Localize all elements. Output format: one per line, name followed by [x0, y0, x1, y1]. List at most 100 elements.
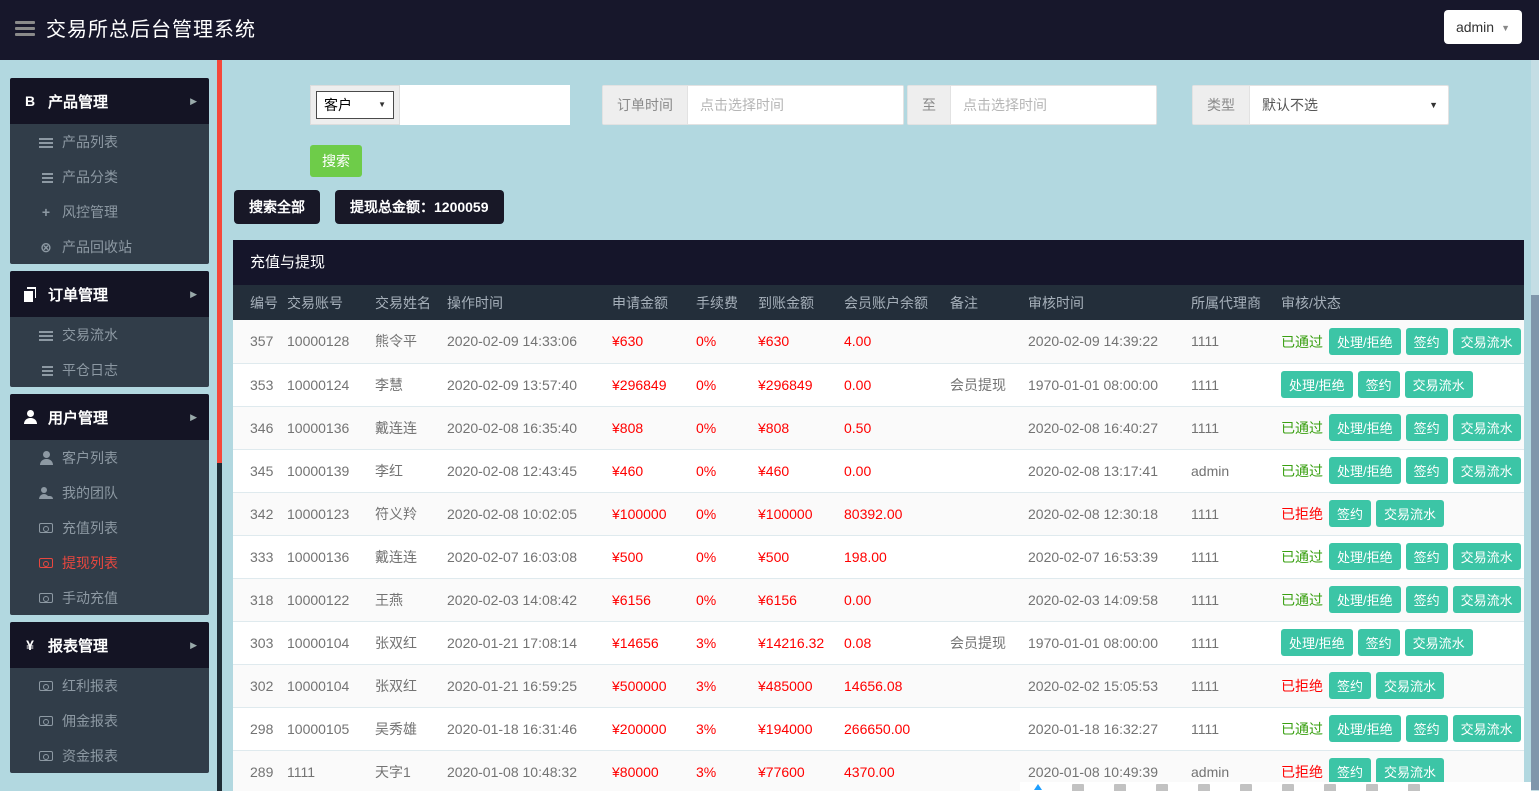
action-handle-button[interactable]: 处理/拒绝	[1329, 586, 1401, 613]
action-flow-button[interactable]: 交易流水	[1376, 500, 1445, 527]
page-scrollbar-thumb[interactable]	[1531, 295, 1539, 790]
sidebar-item-risk-control[interactable]: + 风控管理	[10, 194, 209, 229]
action-sign-button[interactable]: 签约	[1405, 715, 1448, 742]
action-flow-button[interactable]: 交易流水	[1452, 543, 1521, 570]
up-arrow-icon	[1034, 784, 1042, 790]
action-sign-button[interactable]: 签约	[1357, 371, 1400, 398]
action-sign-button[interactable]: 签约	[1329, 500, 1372, 527]
sidebar-section-label: 产品管理	[48, 93, 109, 111]
table-row: 345 10000139 李红 2020-02-08 12:43:45 ¥460 0% ¥4…	[233, 449, 1524, 493]
action-sign-button[interactable]: 签约	[1329, 758, 1372, 785]
action-handle-button[interactable]: 处理/拒绝	[1329, 457, 1401, 484]
type-select[interactable]: 默认不选 ▼	[1250, 86, 1448, 124]
field-select[interactable]: 客户 ▼	[316, 91, 394, 119]
cell-apply-amount: ¥630	[604, 320, 688, 364]
action-handle-button[interactable]: 处理/拒绝	[1329, 543, 1401, 570]
cell-remark	[942, 535, 1020, 579]
action-flow-button[interactable]: 交易流水	[1376, 758, 1445, 785]
action-handle-button[interactable]: 处理/拒绝	[1281, 629, 1353, 656]
sidebar-item-my-team[interactable]: 我的团队	[10, 475, 209, 510]
table-row: 333 10000136 戴连连 2020-02-07 16:03:08 ¥500 0% ¥…	[233, 535, 1524, 579]
sidebar-item-label: 我的团队	[62, 484, 118, 501]
date-from-input[interactable]	[688, 86, 903, 124]
taskbar-overlay	[1020, 782, 1531, 791]
cell-audit-time: 2020-02-08 16:40:27	[1020, 406, 1183, 450]
cell-balance: 4.00	[836, 320, 942, 364]
cell-name: 戴连连	[367, 535, 439, 579]
action-flow-button[interactable]: 交易流水	[1376, 672, 1445, 699]
action-sign-button[interactable]: 签约	[1405, 327, 1448, 355]
page-scrollbar-track[interactable]	[1531, 60, 1539, 791]
user-menu-button[interactable]: admin ▼	[1443, 10, 1522, 44]
action-handle-button[interactable]: 处理/拒绝	[1281, 371, 1353, 398]
column-header: 所属代理商	[1191, 294, 1261, 311]
sidebar-section-user-management: 用户管理 ▶ 客户列表我的团队充值列表 提现列表 手动充值	[10, 394, 209, 615]
search-all-button[interactable]: 搜索全部	[234, 190, 320, 224]
action-handle-button[interactable]: 处理/拒绝	[1329, 327, 1401, 355]
sidebar-section-header-order-management[interactable]: 订单管理 ▶	[10, 271, 209, 317]
action-flow-button[interactable]: 交易流水	[1452, 327, 1521, 355]
cell-account: 10000104	[279, 664, 367, 708]
date-to-input[interactable]	[951, 86, 1156, 124]
sidebar-item-product-category[interactable]: 产品分类	[10, 159, 209, 194]
action-sign-button[interactable]: 签约	[1329, 672, 1372, 699]
table-row: 346 10000136 戴连连 2020-02-08 16:35:40 ¥808 0% ¥…	[233, 406, 1524, 450]
cell-op-time: 2020-01-08 10:48:32	[439, 750, 604, 791]
status-text: 已通过	[1281, 721, 1323, 737]
action-sign-button[interactable]: 签约	[1357, 629, 1400, 656]
action-flow-button[interactable]: 交易流水	[1452, 457, 1521, 484]
cell-op-time: 2020-01-21 16:59:25	[439, 664, 604, 708]
action-flow-button[interactable]: 交易流水	[1404, 371, 1473, 398]
cell-name: 符义羚	[367, 492, 439, 536]
cell-fee: 0%	[688, 535, 750, 579]
cell-apply-amount: ¥80000	[604, 750, 688, 791]
sidebar-scrollbar-track[interactable]	[217, 60, 222, 791]
column-header: 操作时间	[447, 294, 503, 311]
action-flow-button[interactable]: 交易流水	[1404, 629, 1473, 656]
field-select-value: 客户	[324, 97, 352, 113]
action-flow-button[interactable]: 交易流水	[1452, 414, 1521, 441]
sidebar-item-bonus-report[interactable]: 红利报表	[10, 668, 209, 703]
action-sign-button[interactable]: 签约	[1405, 586, 1448, 613]
sidebar-section-header-report-management[interactable]: ¥ 报表管理 ▶	[10, 622, 209, 668]
cell-audit-time: 2020-02-08 12:30:18	[1020, 492, 1183, 536]
action-handle-button[interactable]: 处理/拒绝	[1329, 414, 1401, 441]
cell-op-time: 2020-02-08 12:43:45	[439, 449, 604, 493]
sidebar-scrollbar-thumb[interactable]	[217, 60, 222, 463]
cell-fee: 0%	[688, 363, 750, 407]
sidebar-item-product-recycle[interactable]: ⊗ 产品回收站	[10, 229, 209, 264]
status-text: 已拒绝	[1281, 506, 1323, 522]
sidebar-item-manual-recharge[interactable]: 手动充值	[10, 580, 209, 615]
date-to-group: 至	[907, 85, 1157, 125]
menu-icon[interactable]	[15, 21, 35, 37]
keyword-input[interactable]	[400, 85, 570, 125]
sidebar-item-customer-list[interactable]: 客户列表	[10, 440, 209, 475]
cell-apply-amount: ¥500000	[604, 664, 688, 708]
sidebar-item-commission-report[interactable]: 佣金报表	[10, 703, 209, 738]
cell-remark: 会员提现	[942, 363, 1020, 407]
cell-balance: 80392.00	[836, 492, 942, 536]
overlay-icon	[1282, 784, 1294, 791]
sidebar-item-close-log[interactable]: 平仓日志	[10, 352, 209, 387]
action-handle-button[interactable]: 处理/拒绝	[1329, 715, 1401, 742]
sidebar-section-header-product-management[interactable]: B 产品管理 ▶	[10, 78, 209, 124]
action-flow-button[interactable]: 交易流水	[1452, 715, 1521, 742]
action-sign-button[interactable]: 签约	[1405, 543, 1448, 570]
sidebar-item-withdraw-list[interactable]: 提现列表	[10, 545, 209, 580]
list-icon	[38, 327, 54, 343]
sidebar-item-product-list[interactable]: 产品列表	[10, 124, 209, 159]
cell-agent: 1111	[1183, 363, 1273, 407]
sidebar-item-trade-flow[interactable]: 交易流水	[10, 317, 209, 352]
search-button[interactable]: 搜索	[310, 145, 362, 177]
column-header: 备注	[950, 294, 978, 311]
date-from-group: 订单时间	[602, 85, 904, 125]
sidebar-section-header-user-management[interactable]: 用户管理 ▶	[10, 394, 209, 440]
sidebar-item-fund-report[interactable]: 资金报表	[10, 738, 209, 773]
cell-status: 已通过 处理/拒绝 签约 交易流水	[1273, 406, 1524, 450]
status-text: 已通过	[1281, 549, 1323, 565]
action-flow-button[interactable]: 交易流水	[1452, 586, 1521, 613]
action-sign-button[interactable]: 签约	[1405, 457, 1448, 484]
action-sign-button[interactable]: 签约	[1405, 414, 1448, 441]
sidebar-item-recharge-list[interactable]: 充值列表	[10, 510, 209, 545]
cell-arrive-amount: ¥6156	[750, 578, 836, 622]
